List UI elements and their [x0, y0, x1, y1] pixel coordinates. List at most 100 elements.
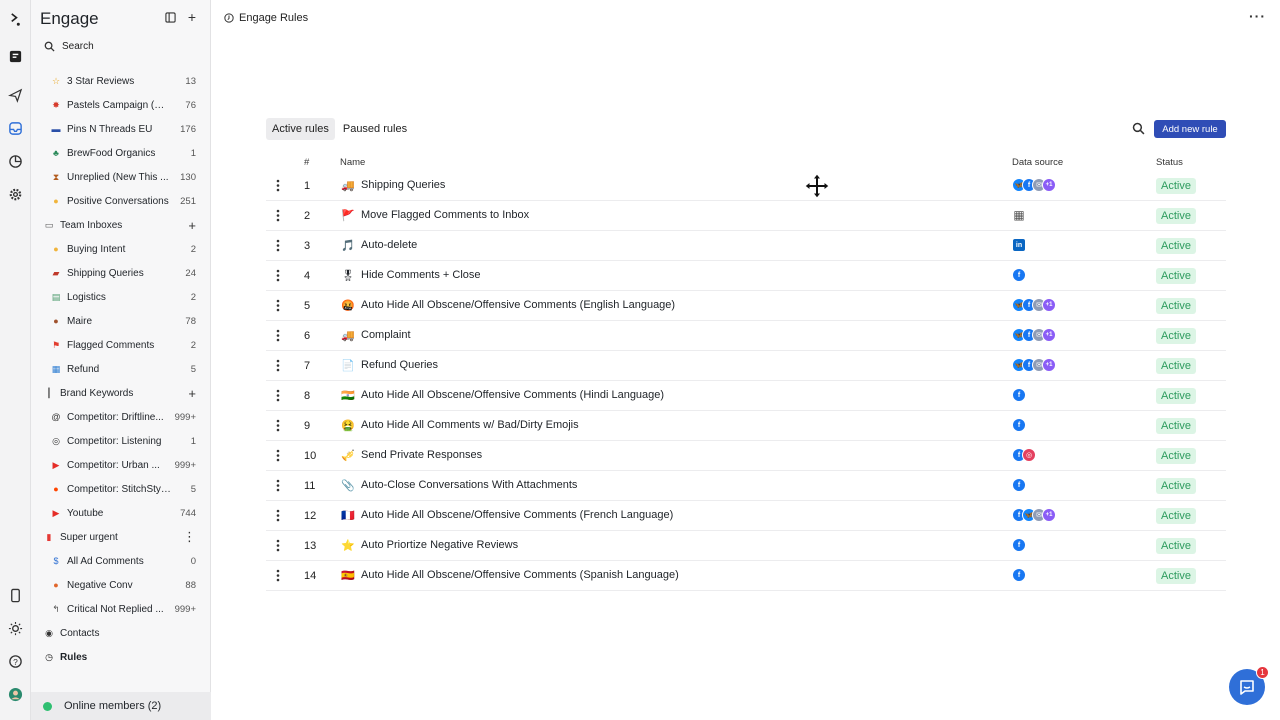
sidebar-item-label: Critical Not Replied ...	[67, 603, 164, 615]
rule-number: 6	[304, 330, 311, 342]
sidebar-item[interactable]: ● Buying Intent 2	[31, 237, 211, 261]
table-row[interactable]: 2 🚩 Move Flagged Comments to Inbox ▦ Active	[266, 201, 1226, 231]
rule-name[interactable]: Move Flagged Comments to Inbox	[361, 209, 529, 221]
table-row[interactable]: 14 🇪🇸 Auto Hide All Obscene/Offensive Comm…	[266, 561, 1226, 591]
sidebar-item-count: 2	[190, 291, 196, 303]
row-menu-icon[interactable]	[275, 539, 281, 553]
table-row[interactable]: 6 🚚 Complaint 🦋 f ✉ +1 Active	[266, 321, 1226, 351]
logo-icon[interactable]	[6, 10, 24, 28]
more-options-icon[interactable]: ···	[1249, 8, 1266, 24]
sidebar-item[interactable]: @ Competitor: Driftline... 999+	[31, 405, 211, 429]
rule-name[interactable]: Auto-delete	[361, 239, 417, 251]
mobile-icon[interactable]	[6, 586, 24, 604]
row-menu-icon[interactable]	[275, 509, 281, 523]
rule-name[interactable]: Send Private Responses	[361, 449, 482, 461]
publish-icon[interactable]	[6, 86, 24, 104]
row-menu-icon[interactable]	[275, 389, 281, 403]
row-menu-icon[interactable]	[275, 239, 281, 253]
box-icon: ▤	[51, 291, 61, 302]
sidebar-item[interactable]: ▮ Super urgent ⋮	[31, 525, 211, 549]
row-menu-icon[interactable]	[275, 449, 281, 463]
sidebar-item[interactable]: ▰ Shipping Queries 24	[31, 261, 211, 285]
table-row[interactable]: 4 🎖 Hide Comments + Close f Active	[266, 261, 1226, 291]
rule-name[interactable]: Auto Priortize Negative Reviews	[361, 539, 518, 551]
rule-name[interactable]: Auto-Close Conversations With Attachment…	[361, 479, 577, 491]
engage-inbox-icon[interactable]	[6, 119, 24, 137]
sidebar-item[interactable]: ⧗ Unreplied (New This ... 130	[31, 165, 211, 189]
sidebar-item[interactable]: ▦ Refund 5	[31, 357, 211, 381]
rule-name[interactable]: Hide Comments + Close	[361, 269, 481, 281]
rule-name[interactable]: Auto Hide All Comments w/ Bad/Dirty Emoj…	[361, 419, 579, 431]
sidebar-item[interactable]: ▭ Team Inboxes +	[31, 213, 211, 237]
row-menu-icon[interactable]	[275, 299, 281, 313]
table-row[interactable]: 5 🤬 Auto Hide All Obscene/Offensive Commen…	[266, 291, 1226, 321]
sidebar-item[interactable]: ▶ Competitor: Urban ... 999+	[31, 453, 211, 477]
rule-number: 11	[304, 480, 316, 492]
table-row[interactable]: 11 📎 Auto-Close Conversations With Attachm…	[266, 471, 1226, 501]
sidebar-item[interactable]: ✸ Pastels Campaign (UTM) 76	[31, 93, 211, 117]
rule-name[interactable]: Auto Hide All Obscene/Offensive Comments…	[361, 509, 673, 521]
sidebar-item[interactable]: ● Maire 78	[31, 309, 211, 333]
row-menu-icon[interactable]	[275, 359, 281, 373]
rule-name[interactable]: Auto Hide All Obscene/Offensive Comments…	[361, 569, 679, 581]
sidebar-item[interactable]: ▶ Youtube 744	[31, 501, 211, 525]
rule-name[interactable]: Refund Queries	[361, 359, 438, 371]
sidebar-item[interactable]: ◎ Competitor: Listening 1	[31, 429, 211, 453]
sidebar-item[interactable]: ◉ Contacts	[31, 621, 211, 645]
sidebar-item[interactable]: ◷ Rules	[31, 645, 211, 669]
sidebar-item[interactable]: ♣ BrewFood Organics 1	[31, 141, 211, 165]
sidebar-item[interactable]: ● Negative Conv 88	[31, 573, 211, 597]
rule-name[interactable]: Auto Hide All Obscene/Offensive Comments…	[361, 389, 664, 401]
collapse-panel-icon[interactable]	[164, 11, 176, 23]
add-new-rule-button[interactable]: Add new rule	[1154, 120, 1226, 138]
sidebar-item[interactable]: ☆ 3 Star Reviews 13	[31, 69, 211, 93]
row-menu-icon[interactable]	[275, 209, 281, 223]
table-row[interactable]: 9 🤮 Auto Hide All Comments w/ Bad/Dirty Em…	[266, 411, 1226, 441]
sidebar-item[interactable]: ▬ Pins N Threads EU 176	[31, 117, 211, 141]
search-rules-icon[interactable]	[1132, 122, 1146, 136]
support-chat-button[interactable]: 1	[1229, 666, 1269, 705]
row-menu-icon[interactable]	[275, 269, 281, 283]
online-members[interactable]: Online members (2)	[31, 692, 211, 720]
table-row[interactable]: 12 🇫🇷 Auto Hide All Obscene/Offensive Comm…	[266, 501, 1226, 531]
row-menu-icon[interactable]	[275, 569, 281, 583]
rule-name[interactable]: Complaint	[361, 329, 411, 341]
settings-gear-icon[interactable]	[6, 185, 24, 203]
table-row[interactable]: 8 🇮🇳 Auto Hide All Obscene/Offensive Comme…	[266, 381, 1226, 411]
sidebar-item[interactable]: ● Competitor: StitchStyleCo 5	[31, 477, 211, 501]
theme-sun-icon[interactable]	[6, 619, 24, 637]
sidebar-search[interactable]: Search	[44, 41, 94, 52]
row-menu-icon[interactable]	[275, 329, 281, 343]
add-icon[interactable]: +	[186, 9, 198, 25]
table-row[interactable]: 1 🚚 Shipping Queries 🦋 f ✉ +1 Active	[266, 171, 1226, 201]
rule-name[interactable]: Shipping Queries	[361, 179, 445, 191]
sidebar-item[interactable]: $ All Ad Comments 0	[31, 549, 211, 573]
group-action[interactable]: +	[171, 218, 211, 233]
row-menu-icon[interactable]	[275, 179, 281, 193]
rule-name[interactable]: Auto Hide All Obscene/Offensive Comments…	[361, 299, 675, 311]
sidebar-item[interactable]: ↰ Critical Not Replied ... 999+	[31, 597, 211, 621]
sidebar-item[interactable]: ⚑ Flagged Comments 2	[31, 333, 211, 357]
row-menu-icon[interactable]	[275, 479, 281, 493]
rule-emoji-icon: 📎	[341, 479, 355, 492]
group-action[interactable]: +	[171, 386, 211, 401]
table-row[interactable]: 13 ⭐ Auto Priortize Negative Reviews f Activ…	[266, 531, 1226, 561]
row-menu-icon[interactable]	[275, 419, 281, 433]
status-badge: Active	[1156, 538, 1196, 554]
table-row[interactable]: 7 📄 Refund Queries 🦋 f ✉ +1 Active	[266, 351, 1226, 381]
sidebar-item[interactable]: ┃ Brand Keywords +	[31, 381, 211, 405]
tab-active-rules[interactable]: Active rules	[266, 118, 335, 140]
group-action[interactable]: ⋮	[171, 529, 211, 545]
tab-paused-rules[interactable]: Paused rules	[337, 118, 413, 140]
analytics-icon[interactable]	[6, 152, 24, 170]
dashboard-icon[interactable]	[6, 47, 24, 65]
column-header-name[interactable]: Name	[340, 157, 365, 168]
table-row[interactable]: 3 🎵 Auto-delete in Active	[266, 231, 1226, 261]
data-source-icons: f ◎	[1012, 448, 1036, 462]
sidebar-item[interactable]: ● Positive Conversations 251	[31, 189, 211, 213]
user-avatar[interactable]	[6, 685, 24, 703]
help-icon[interactable]: ?	[6, 652, 24, 670]
sidebar-item-label: Competitor: Driftline...	[67, 411, 164, 423]
table-row[interactable]: 10 🎺 Send Private Responses f ◎ Active	[266, 441, 1226, 471]
sidebar-item[interactable]: ▤ Logistics 2	[31, 285, 211, 309]
